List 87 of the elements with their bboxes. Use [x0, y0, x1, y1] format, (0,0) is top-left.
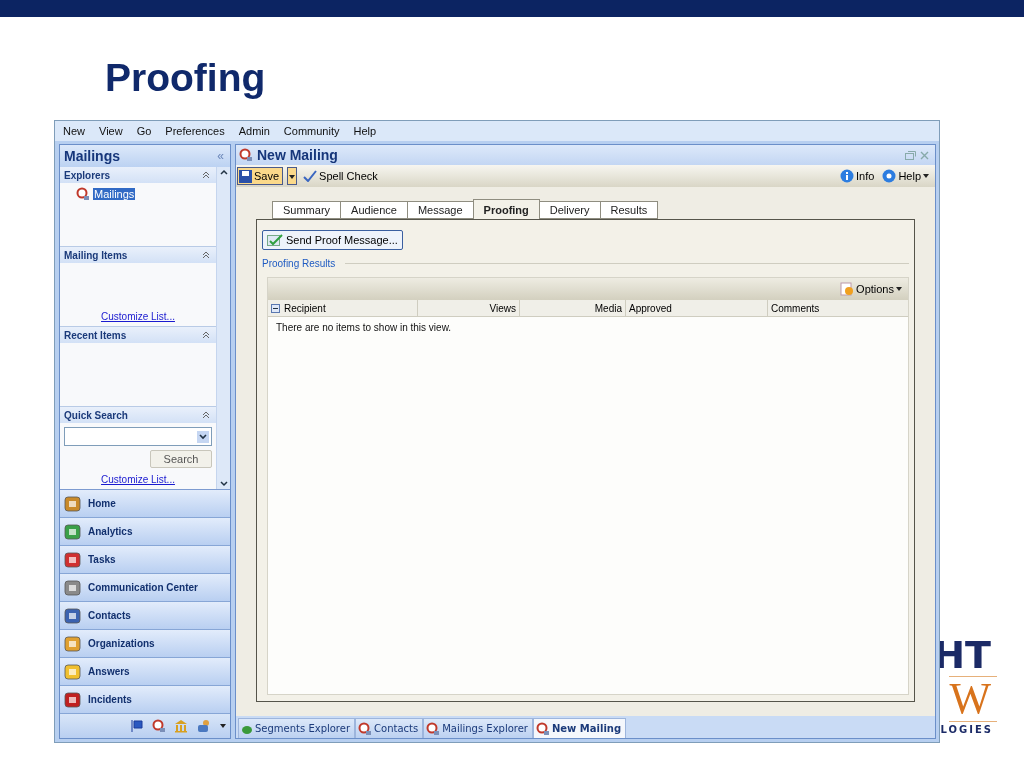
nav-icon — [63, 577, 83, 598]
nav-icon — [63, 493, 83, 514]
nav-button[interactable]: Tasks — [60, 546, 230, 574]
help-icon — [882, 169, 897, 183]
save-button[interactable]: Save — [237, 167, 284, 185]
section-title: Recent Items — [64, 329, 127, 341]
caret-icon — [896, 287, 902, 291]
tab[interactable]: Delivery — [538, 201, 601, 219]
check-icon — [267, 233, 283, 247]
menu-item[interactable]: Admin — [238, 125, 270, 137]
nav-icon — [63, 633, 83, 654]
magnifier-icon — [358, 721, 373, 736]
tab[interactable]: Summary — [272, 201, 342, 219]
column-header[interactable]: Approved — [626, 300, 768, 316]
info-button[interactable]: Info — [838, 167, 877, 185]
column-header[interactable]: Views — [418, 300, 520, 316]
scroll-up-icon[interactable] — [218, 167, 229, 177]
window-tab[interactable]: Segments Explorer — [238, 718, 356, 738]
help-button[interactable]: Help — [880, 167, 931, 185]
group-title: Proofing Results — [262, 258, 336, 269]
nav-icon — [63, 521, 83, 542]
collapse-icon[interactable] — [202, 251, 210, 259]
menu-item[interactable]: View — [99, 125, 123, 137]
magnifier-icon — [239, 148, 253, 162]
window-tab[interactable]: New Mailing — [532, 718, 627, 738]
scroll-down-icon[interactable] — [218, 479, 229, 489]
options-icon — [840, 282, 855, 296]
magnifier-icon — [76, 187, 90, 201]
nav-icon — [63, 661, 83, 682]
tab[interactable]: Proofing — [472, 199, 540, 219]
nav-button[interactable]: Organizations — [60, 630, 230, 658]
explorer-item[interactable]: Mailings — [93, 188, 136, 200]
flag-icon[interactable] — [130, 719, 144, 733]
info-icon — [840, 169, 854, 183]
dropdown-icon — [197, 430, 209, 443]
menu-item[interactable]: Preferences — [165, 125, 225, 137]
menu-item[interactable]: Community — [283, 125, 340, 137]
slide-title: Proofing — [105, 55, 266, 101]
caret-icon — [289, 174, 296, 179]
scrollbar[interactable] — [216, 167, 230, 489]
collapse-icon[interactable] — [202, 331, 210, 339]
logo-text: W — [949, 676, 997, 722]
window-tab[interactable]: Mailings Explorer — [423, 718, 533, 738]
menu-item[interactable]: New — [63, 125, 85, 137]
tab[interactable]: Results — [599, 201, 659, 219]
customize-link[interactable]: Customize List... — [101, 311, 175, 322]
send-proof-button[interactable]: Send Proof Message... — [262, 230, 403, 250]
customize-link[interactable]: Customize List... — [101, 474, 175, 485]
options-button[interactable]: Options — [838, 280, 904, 298]
menu-item[interactable]: Help — [353, 125, 377, 137]
column-header[interactable]: Comments — [768, 300, 908, 316]
nav-icon — [63, 605, 83, 626]
nav-button[interactable]: Incidents — [60, 686, 230, 714]
search-button[interactable]: Search — [150, 450, 212, 468]
collapse-icon[interactable] — [271, 303, 280, 313]
people-icon[interactable] — [196, 719, 212, 733]
magnifier-icon — [535, 721, 550, 736]
window-tab[interactable]: Contacts — [355, 718, 424, 738]
collapse-icon[interactable] — [202, 171, 210, 179]
column-header[interactable]: Media — [520, 300, 626, 316]
section-title: Quick Search — [64, 409, 128, 421]
nav-icon — [63, 689, 83, 710]
nav-button[interactable]: Analytics — [60, 518, 230, 546]
tab[interactable]: Audience — [340, 201, 408, 219]
nav-button[interactable]: Home — [60, 490, 230, 518]
check-icon — [303, 170, 318, 182]
logo-text: LOGIES — [940, 724, 994, 735]
section-title: Explorers — [64, 169, 111, 181]
nav-button[interactable]: Communication Center — [60, 574, 230, 602]
column-header[interactable]: Recipient — [268, 300, 418, 316]
collapse-icon[interactable] — [202, 411, 210, 419]
section-title: Mailing Items — [64, 249, 128, 261]
nav-button[interactable]: Contacts — [60, 602, 230, 630]
tab[interactable]: Message — [406, 201, 474, 219]
nav-button[interactable]: Answers — [60, 658, 230, 686]
search-dropdown[interactable] — [64, 427, 212, 446]
spell-check-button[interactable]: Spell Check — [301, 167, 380, 185]
magnifier-icon — [152, 719, 166, 733]
nav-icon — [63, 549, 83, 570]
caret-icon — [923, 174, 929, 178]
sidebar-title: Mailings — [64, 148, 120, 164]
caret-icon[interactable] — [220, 724, 226, 728]
document-title: New Mailing — [257, 147, 339, 163]
empty-message: There are no items to show in this view. — [275, 321, 453, 335]
menu-item[interactable]: Go — [136, 125, 152, 137]
magnifier-icon — [426, 721, 441, 736]
save-dropdown[interactable] — [287, 167, 298, 185]
